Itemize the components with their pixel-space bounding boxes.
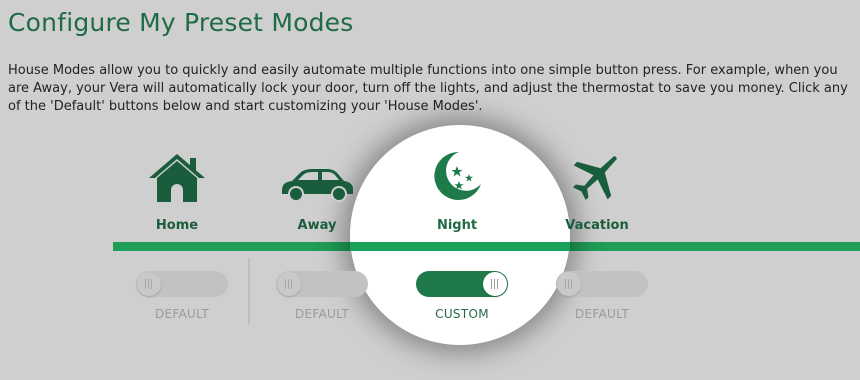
toggle-knob[interactable] [277, 272, 301, 296]
mode-night[interactable]: Night [387, 140, 527, 233]
mode-rail-highlight [350, 242, 570, 251]
page-title: Configure My Preset Modes [8, 8, 354, 37]
mode-toggle-vacation[interactable] [556, 271, 648, 297]
divider [248, 258, 250, 324]
airplane-icon [527, 140, 667, 204]
toggle-knob[interactable] [483, 272, 507, 296]
mode-home[interactable]: Home [107, 140, 247, 233]
toggle-knob[interactable] [137, 272, 161, 296]
mode-toggle-cell-home: DEFAULT [112, 262, 252, 324]
mode-label-away: Away [297, 218, 337, 233]
mode-toggle-cell-vacation: DEFAULT [532, 262, 672, 324]
mode-label-night: Night [436, 218, 478, 233]
toggle-label-vacation: DEFAULT [574, 307, 630, 321]
mode-vacation[interactable]: Vacation [527, 140, 667, 233]
mode-label-vacation: Vacation [565, 218, 629, 233]
mode-toggle-cell-night: CUSTOM [392, 262, 532, 324]
mode-toggle-home[interactable] [136, 271, 228, 297]
moon-stars-icon [387, 140, 527, 204]
mode-away[interactable]: Away [247, 140, 387, 233]
mode-label-home: Home [155, 218, 199, 233]
page-description: House Modes allow you to quickly and eas… [8, 63, 848, 114]
car-icon [247, 140, 387, 204]
mode-toggle-night[interactable] [416, 271, 508, 297]
toggle-label-away: DEFAULT [294, 307, 350, 321]
mode-toggle-away[interactable] [276, 271, 368, 297]
toggle-label-night: CUSTOM [435, 307, 489, 321]
house-icon [107, 140, 247, 204]
toggle-knob[interactable] [557, 272, 581, 296]
toggle-label-home: DEFAULT [154, 307, 210, 321]
mode-toggle-cell-away: DEFAULT [252, 262, 392, 324]
